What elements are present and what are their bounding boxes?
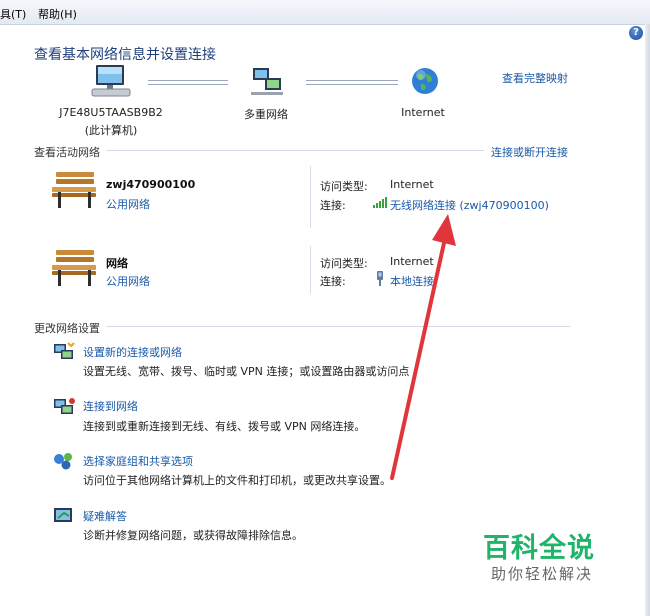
computer-icon <box>91 65 131 97</box>
section-divider <box>106 326 570 327</box>
help-icon[interactable]: ? <box>629 26 643 40</box>
access-type-label: 访问类型: <box>320 257 368 270</box>
internet-label: Internet <box>401 106 445 119</box>
network-divider <box>310 166 311 228</box>
menu-help[interactable]: 帮助(H) <box>38 6 77 22</box>
network-divider <box>310 246 311 294</box>
connection-label: 连接: <box>320 275 346 288</box>
troubleshoot-desc: 诊断并修复网络问题，或获得故障排除信息。 <box>83 529 303 542</box>
troubleshoot-link[interactable]: 疑难解答 <box>83 508 127 524</box>
access-type-value: Internet <box>390 178 434 191</box>
annotation-arrow <box>390 214 456 480</box>
internet-globe-icon <box>412 68 438 94</box>
homegroup-sharing-link[interactable]: 选择家庭组和共享选项 <box>83 453 193 469</box>
menu-bar: 具(T) 帮助(H) <box>0 0 650 25</box>
map-link-line <box>148 80 228 85</box>
homegroup-sharing-desc: 访问位于其他网络计算机上的文件和打印机，或更改共享设置。 <box>83 474 391 487</box>
multiple-networks-icon <box>251 68 283 95</box>
page-title: 查看基本网络信息并设置连接 <box>34 47 216 63</box>
bench-icon <box>52 250 96 286</box>
network-name: 网络 <box>106 257 128 270</box>
view-full-map-link[interactable]: 查看完整映射 <box>502 70 568 86</box>
section-divider <box>106 150 484 151</box>
multiple-networks-label: 多重网络 <box>244 108 288 121</box>
map-link-line <box>306 80 398 85</box>
watermark-subtitle: 助你轻松解决 <box>491 565 594 583</box>
setup-connection-link[interactable]: 设置新的连接或网络 <box>83 344 182 360</box>
connection-label: 连接: <box>320 199 346 212</box>
setup-connection-desc: 设置无线、宽带、拨号、临时或 VPN 连接；或设置路由器或访问点 <box>83 365 410 378</box>
connect-to-network-link[interactable]: 连接到网络 <box>83 398 138 414</box>
access-type-label: 访问类型: <box>320 180 368 193</box>
computer-name: J7E48U5TAASB9B2 <box>59 106 163 119</box>
connect-network-icon <box>54 398 75 414</box>
connect-disconnect-link[interactable]: 连接或断开连接 <box>491 144 568 160</box>
window-edge <box>645 24 650 616</box>
menu-tools[interactable]: 具(T) <box>0 6 26 22</box>
troubleshoot-icon <box>54 508 72 522</box>
computer-sub-label: (此计算机) <box>84 124 138 137</box>
active-networks-title: 查看活动网络 <box>34 146 100 159</box>
network-type-link[interactable]: 公用网络 <box>106 196 150 212</box>
homegroup-icon <box>54 453 72 470</box>
new-connection-icon <box>54 342 75 359</box>
wifi-signal-icon <box>373 197 387 208</box>
connect-to-network-desc: 连接到或重新连接到无线、有线、拨号或 VPN 网络连接。 <box>83 420 366 433</box>
network-type-link[interactable]: 公用网络 <box>106 273 150 289</box>
network-name: zwj470900100 <box>106 178 196 191</box>
watermark-title: 百科全说 <box>483 533 595 564</box>
bench-icon <box>52 172 96 208</box>
change-settings-title: 更改网络设置 <box>34 322 100 335</box>
